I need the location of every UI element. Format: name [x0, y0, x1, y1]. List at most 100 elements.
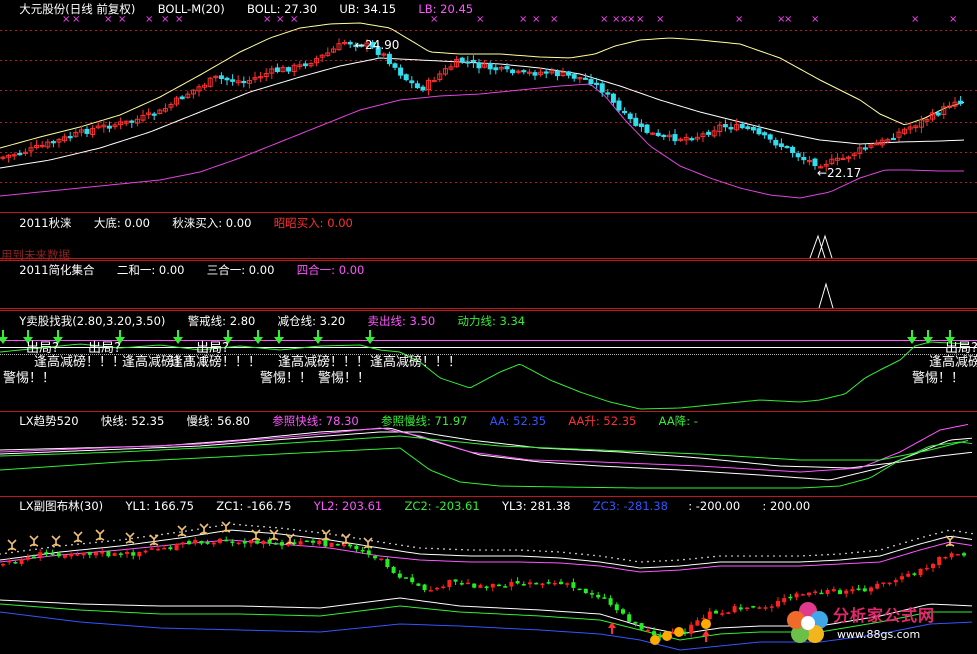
- candle-body: [722, 124, 728, 128]
- yl3-dot: [785, 555, 787, 557]
- candle-body: [599, 83, 605, 93]
- yl3-dot: [809, 554, 811, 557]
- sub-candle-body: [559, 581, 563, 585]
- sub-candle-body: [534, 582, 539, 585]
- yl3-dot: [389, 542, 391, 545]
- yl3-dot: [497, 549, 499, 551]
- sub-candle-body: [137, 551, 142, 557]
- sub-candle-body: [478, 585, 483, 588]
- candle-body: [465, 61, 471, 64]
- sub-candle-body: [224, 539, 229, 542]
- sub-candle-body: [323, 539, 328, 547]
- candle-body: [890, 137, 896, 141]
- candle-body: [414, 83, 420, 89]
- candle-body: [566, 71, 572, 76]
- candle-body: [286, 67, 292, 72]
- sub-candle-body: [472, 583, 477, 588]
- yl3-dot: [125, 538, 127, 540]
- candle-body: [504, 66, 510, 70]
- sub-candle-body: [962, 553, 966, 556]
- yl3-dot: [845, 552, 847, 555]
- candle-body: [644, 124, 650, 133]
- sub-candle-body: [689, 624, 694, 634]
- sub-candle-body: [614, 604, 619, 611]
- candle-body: [218, 75, 224, 79]
- coin-icon: [674, 627, 684, 637]
- yl3-dot: [839, 553, 841, 555]
- sub-candle-body: [931, 563, 935, 569]
- sub-candle-body: [193, 539, 198, 544]
- sub-candle-body: [751, 606, 756, 608]
- yl3-dot: [311, 531, 313, 533]
- yl3-dot: [833, 553, 835, 556]
- yl3-dot: [5, 552, 7, 554]
- yl3-dot: [281, 527, 283, 530]
- sub-candle-body: [342, 544, 346, 547]
- candle-body: [594, 82, 600, 85]
- candle-body: [689, 138, 695, 141]
- signal-text: 出局?: [26, 341, 59, 356]
- candle-body: [50, 141, 56, 144]
- sub-candle-body: [924, 567, 929, 570]
- signal-text: 警惕！！: [3, 370, 55, 386]
- sell-marker-x: ×: [550, 14, 558, 25]
- candle-body: [795, 153, 801, 158]
- yl3-dot: [701, 557, 703, 559]
- sub-candle-body: [627, 614, 632, 622]
- watermark-title: 分析家公式网: [833, 606, 936, 625]
- sub-candle-body: [112, 553, 117, 556]
- yl3-dot: [113, 539, 115, 542]
- candle-body: [935, 112, 941, 116]
- yl3-dot: [491, 549, 493, 551]
- candle-body: [622, 110, 628, 114]
- sub-candle-body: [242, 541, 247, 544]
- yl3-dot: [551, 550, 553, 553]
- sell-marker-x: ×: [519, 14, 527, 25]
- sub-candle-body: [106, 551, 111, 557]
- candle-body: [521, 70, 527, 73]
- candle-body: [862, 147, 868, 150]
- yl3-dot: [35, 548, 37, 550]
- sub-candle-body: [211, 542, 216, 545]
- yl3-dot: [263, 525, 265, 528]
- yl3-dot: [137, 536, 139, 539]
- stock-chart: × × × × × × × × × × × × × × × × × ×× × × × ×× × × × 出局? 出局? 出局? 出局?…: [0, 0, 977, 654]
- yl3-dot: [395, 543, 397, 546]
- signal-text: 逢高减磅！！！: [278, 354, 369, 370]
- yl3-dot: [815, 554, 817, 556]
- yl3-dot: [209, 526, 211, 528]
- sub-candle-body: [13, 562, 18, 564]
- candle-body: [510, 69, 516, 74]
- signal-text: 逢高减磅！！！: [170, 354, 261, 370]
- yl3-dot: [917, 537, 919, 540]
- yl3-dot: [521, 549, 523, 551]
- sub-candle-body: [596, 594, 601, 598]
- yl3-dot: [737, 555, 739, 557]
- yl3-dot: [161, 533, 163, 536]
- candle-body: [106, 125, 112, 129]
- yl3-dot: [401, 544, 403, 547]
- candle-body: [398, 67, 404, 76]
- yl3-dot: [173, 532, 175, 534]
- signal-text: 出局?: [945, 341, 977, 356]
- yl3-dot: [239, 524, 241, 526]
- yl3-dot: [479, 549, 481, 551]
- candle-body: [386, 53, 392, 65]
- sub-candle-body: [44, 552, 49, 554]
- sub-candle-body: [298, 541, 303, 545]
- yl3-dot: [755, 555, 757, 557]
- sub-candle-body: [590, 593, 594, 595]
- yl3-dot: [773, 555, 775, 557]
- yl3-dot: [881, 548, 883, 551]
- yl3-dot: [275, 526, 277, 529]
- sub-candle-body: [391, 566, 396, 573]
- signal-text: 出局?: [196, 341, 229, 356]
- price-label-high: ←24.90: [355, 38, 399, 52]
- sell-marker-x: ×: [627, 14, 635, 25]
- watermark-url: www.88gs.com: [837, 628, 921, 641]
- candle-body: [801, 157, 807, 161]
- yl3-dot: [635, 560, 637, 563]
- yl3-dot: [359, 538, 361, 540]
- candle-body: [627, 113, 633, 120]
- coin-icon: [650, 635, 660, 645]
